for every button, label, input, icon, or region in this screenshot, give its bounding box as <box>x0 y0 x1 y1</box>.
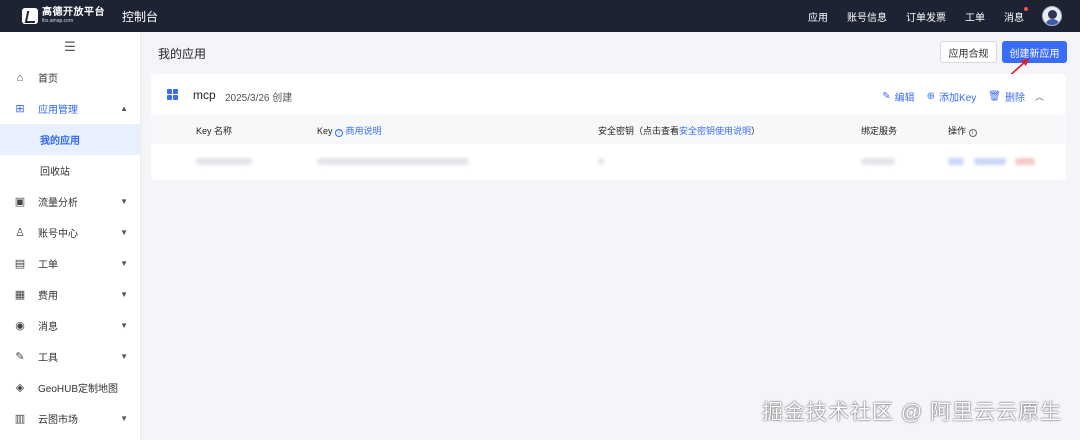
info-icon: i <box>968 129 977 137</box>
plus-circle-icon: ⊕ <box>926 91 936 102</box>
chevron-down-icon: ▼ <box>120 259 128 268</box>
chevron-down-icon: ▼ <box>120 228 128 237</box>
blurred-secret <box>598 158 604 165</box>
sidebar-item-label: 账号中心 <box>38 229 78 240</box>
column-key: Key ? 商用说明 <box>317 124 382 137</box>
column-key-name: Key 名称 <box>196 126 233 136</box>
wrench-icon: ✎ <box>15 351 25 363</box>
sidebar-item-label: 流量分析 <box>38 198 78 209</box>
edit-label: 编辑 <box>894 93 915 104</box>
top-nav: 应用 账号信息 订单发票 工单 消息 <box>789 6 1062 26</box>
app-card: mcp 2025/3/26 创建 ✎ 编辑 ⊕ 添加Key 🗑 删除 ︿ Key 名称… <box>151 74 1066 180</box>
console-title[interactable]: 控制台 <box>122 8 158 25</box>
chevron-down-icon: ▼ <box>120 352 128 361</box>
user-icon: ♙ <box>15 227 25 239</box>
key-table-header: Key 名称 Key ? 商用说明 安全密钥（点击查看安全密钥使用说明） 绑定服… <box>151 114 1066 144</box>
sidebar-item-label: 应用管理 <box>38 105 78 116</box>
sidebar-item-cloud-map-market[interactable]: ▥ 云图市场 ▼ <box>0 403 140 434</box>
app-actions: ✎ 编辑 ⊕ 添加Key 🗑 删除 ︿ <box>870 89 1044 104</box>
chevron-down-icon: ▼ <box>120 290 128 299</box>
column-secret-end: ） <box>751 126 761 136</box>
user-avatar[interactable] <box>1042 6 1062 26</box>
nav-orders-invoices[interactable]: 订单发票 <box>906 9 946 24</box>
delete-label: 删除 <box>1004 93 1025 104</box>
sidebar-subitem-my-apps[interactable]: 我的应用 <box>0 124 140 155</box>
blurred-action[interactable] <box>948 158 964 165</box>
home-icon: ⌂ <box>16 71 24 84</box>
logo[interactable]: 高德开放平台 lbs.amap.com <box>22 8 106 24</box>
sidebar-item-account-center[interactable]: ♙ 账号中心 ▼ <box>0 217 140 248</box>
message-icon: ◉ <box>15 320 25 332</box>
blurred-service <box>861 158 895 165</box>
column-secret-label: 安全密钥（点击查看 <box>598 126 680 136</box>
blurred-action[interactable] <box>974 158 1006 165</box>
column-key-label: Key <box>317 126 333 136</box>
chevron-up-icon: ▲ <box>120 104 128 113</box>
chevron-down-icon: ▼ <box>120 414 128 423</box>
column-operations: 操作 i <box>948 124 977 137</box>
nav-tickets[interactable]: 工单 <box>965 9 985 24</box>
sidebar-item-label: 首页 <box>38 74 58 85</box>
calendar-icon: ▤ <box>14 258 26 270</box>
layers-icon: ◈ <box>15 382 25 394</box>
watermark: 掘金技术社区 @ 阿里云云原生 <box>762 401 1062 424</box>
column-bound-service: 绑定服务 <box>861 126 898 136</box>
app-created-date: 2025/3/26 创建 <box>225 93 293 104</box>
app-grid-icon: ⊞ <box>15 103 25 115</box>
secret-usage-link[interactable]: 安全密钥使用说明 <box>679 126 751 136</box>
menu-toggle-icon[interactable]: ☰ <box>0 32 140 62</box>
sidebar-item-traffic-analysis[interactable]: ▣ 流量分析 ▼ <box>0 186 140 217</box>
store-icon: ▥ <box>14 413 26 425</box>
sidebar-item-tools[interactable]: ✎ 工具 ▼ <box>0 341 140 372</box>
sidebar-subitem-recycle-bin[interactable]: 回收站 <box>0 155 140 186</box>
sidebar-item-label: GeoHUB定制地图 <box>38 384 119 395</box>
sidebar-item-messages[interactable]: ◉ 消息 ▼ <box>0 310 140 341</box>
sidebar-item-geohub[interactable]: ◈ GeoHUB定制地图 <box>0 372 140 403</box>
sidebar-item-label: 云图市场 <box>38 415 78 426</box>
blurred-key-name <box>196 158 252 165</box>
blurred-action[interactable] <box>1015 158 1035 165</box>
column-secret: 安全密钥（点击查看安全密钥使用说明） <box>598 124 760 137</box>
nav-messages[interactable]: 消息 <box>1004 6 1028 24</box>
trash-icon: 🗑 <box>988 91 1001 102</box>
sidebar-item-label: 费用 <box>38 291 58 302</box>
table-row <box>151 146 1066 178</box>
sidebar: ☰ ⌂ 首页 ⊞ 应用管理 ▲ 我的应用 回收站 ▣ 流量分析 ▼ ♙ 账号中心… <box>0 32 141 440</box>
commercial-notes-link[interactable]: 商用说明 <box>346 126 382 136</box>
sidebar-item-app-management[interactable]: ⊞ 应用管理 ▲ <box>0 93 140 124</box>
sidebar-item-label: 工单 <box>38 260 58 271</box>
question-icon: ? <box>335 129 344 137</box>
nav-messages-label: 消息 <box>1004 12 1024 24</box>
sidebar-item-billing[interactable]: ▦ 费用 ▼ <box>0 279 140 310</box>
sidebar-item-label: 消息 <box>38 322 58 333</box>
app-compliance-button[interactable]: 应用合规 <box>940 41 997 63</box>
add-key-label: 添加Key <box>939 93 977 104</box>
sidebar-item-tickets[interactable]: ▤ 工单 ▼ <box>0 248 140 279</box>
app-icon <box>167 89 178 100</box>
amap-logo-icon <box>22 8 38 24</box>
edit-icon: ✎ <box>882 91 891 102</box>
app-name: mcp <box>193 88 216 102</box>
delete-app-button[interactable]: 🗑 删除 <box>988 89 1025 104</box>
chevron-down-icon: ▼ <box>120 197 128 206</box>
nav-account-info[interactable]: 账号信息 <box>847 9 887 24</box>
add-key-button[interactable]: ⊕ 添加Key <box>927 89 977 104</box>
chevron-down-icon: ▼ <box>120 321 128 330</box>
blurred-key <box>317 158 469 165</box>
chart-icon: ▣ <box>14 196 26 208</box>
logo-subtitle: lbs.amap.com <box>42 18 74 24</box>
nav-apps[interactable]: 应用 <box>808 9 828 24</box>
page-title: 我的应用 <box>158 47 207 61</box>
sidebar-item-home[interactable]: ⌂ 首页 <box>0 62 140 93</box>
column-operations-label: 操作 <box>948 126 967 136</box>
unread-dot <box>1024 6 1028 11</box>
logo-title: 高德开放平台 <box>42 7 105 18</box>
sidebar-item-label: 工具 <box>38 353 58 364</box>
bill-icon: ▦ <box>14 289 26 301</box>
chevron-up-icon[interactable]: ︿ <box>1035 90 1044 103</box>
top-bar: 高德开放平台 lbs.amap.com 控制台 应用 账号信息 订单发票 工单 … <box>0 0 1080 32</box>
edit-app-button[interactable]: ✎ 编辑 <box>882 89 914 104</box>
